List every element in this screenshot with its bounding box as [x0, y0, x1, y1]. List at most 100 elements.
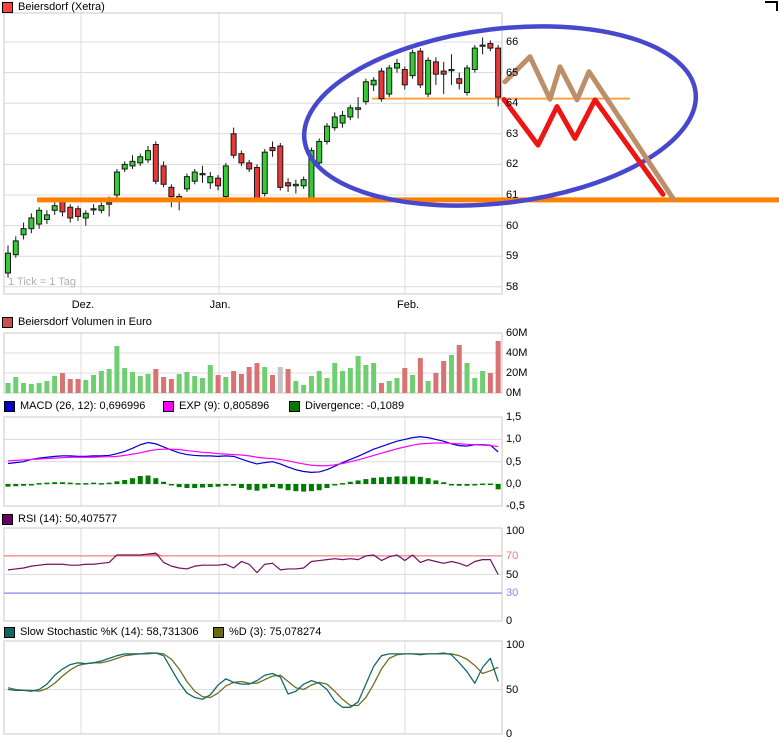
volume-bar	[332, 363, 337, 393]
volume-bar	[457, 345, 462, 393]
candle-body	[60, 201, 65, 212]
volume-bar	[44, 381, 49, 393]
page-title: Beiersdorf (Xetra)	[18, 1, 105, 13]
divergence-bar	[270, 484, 275, 487]
volume-bar	[496, 341, 501, 393]
divergence-bar	[146, 476, 151, 484]
candle-body	[371, 80, 376, 85]
candle-body	[192, 172, 197, 181]
volume-bar	[21, 383, 26, 393]
volume-bar	[348, 368, 353, 393]
divergence-bar	[348, 482, 353, 484]
divergence-bar	[177, 484, 182, 487]
rsi-axis-label: 0	[506, 615, 512, 627]
volume-bar	[324, 378, 329, 393]
divergence-bar	[449, 484, 454, 486]
candle-body	[138, 157, 143, 163]
divergence-bar	[247, 484, 252, 490]
price-axis-label: 65	[506, 67, 518, 79]
stoch-k-legend-item: Slow Stochastic %K (14): 58,731306	[4, 626, 199, 638]
divergence-bar	[153, 478, 158, 484]
divergence-bar	[418, 477, 423, 484]
volume-bar	[441, 361, 446, 393]
divergence-legend-item: Divergence: -0,1089	[289, 400, 404, 412]
candle-body	[449, 70, 454, 71]
rsi-panel-legend: RSI (14): 50,407577	[2, 513, 117, 525]
divergence-bar	[99, 483, 104, 485]
volume-bar	[223, 377, 228, 393]
ellipse-annotation	[294, 6, 706, 227]
volume-bar	[395, 378, 400, 393]
tick-unit-note: 1 Tick = 1 Tag	[8, 276, 76, 288]
candle-body	[44, 215, 49, 220]
candle-body	[200, 174, 205, 175]
stoch-k-swatch	[4, 627, 15, 638]
candle-body	[153, 145, 158, 182]
divergence-bar	[216, 484, 221, 487]
stoch-k-value-label: Slow Stochastic %K (14): 58,731306	[20, 626, 199, 638]
divergence-bar	[340, 483, 345, 485]
volume-bar	[60, 373, 65, 393]
candle-body	[426, 60, 431, 94]
candle-body	[301, 180, 306, 186]
divergence-bar	[44, 483, 49, 485]
volume-bar	[239, 374, 244, 393]
divergence-bar	[192, 484, 197, 488]
volume-bar	[472, 378, 477, 393]
volume-bar	[231, 371, 236, 393]
candle-body	[356, 108, 361, 110]
candle-body	[122, 164, 127, 169]
candle-body	[99, 206, 104, 211]
divergence-bar	[286, 484, 291, 490]
candle-body	[379, 71, 384, 99]
volume-bar	[418, 358, 423, 393]
volume-bar	[449, 355, 454, 393]
volume-bar	[107, 369, 112, 393]
volume-bar	[37, 383, 42, 393]
candle-body	[441, 71, 446, 74]
candle-body	[6, 253, 11, 273]
price-axis-label: 66	[506, 36, 518, 48]
macd-series-swatch	[4, 401, 15, 412]
volume-bar	[340, 371, 345, 393]
divergence-bar	[301, 484, 306, 492]
candle-body	[262, 152, 267, 193]
candle-body	[286, 183, 291, 186]
divergence-bar	[68, 483, 73, 485]
stoch-d-line	[8, 653, 498, 706]
macd-axis-label: 0,5	[506, 456, 521, 468]
volume-bar	[13, 377, 18, 393]
divergence-bar	[488, 484, 493, 486]
divergence-bar	[457, 484, 462, 486]
price-axis-label: 59	[506, 250, 518, 262]
stoch-axis-label: 0	[506, 728, 512, 740]
divergence-bar	[239, 484, 244, 488]
divergence-bar	[426, 478, 431, 484]
divergence-bar	[379, 477, 384, 484]
candle-body	[254, 167, 259, 198]
divergence-bar	[37, 483, 42, 485]
candle-body	[161, 166, 166, 184]
volume-bar	[433, 373, 438, 393]
candle-body	[13, 241, 18, 255]
divergence-bar	[480, 484, 485, 486]
volume-bar	[247, 367, 252, 393]
rsi-series-swatch	[2, 514, 13, 525]
divergence-bar	[107, 483, 112, 485]
divergence-bar	[262, 484, 267, 488]
volume-axis-label: 0M	[506, 387, 521, 399]
stoch-d-swatch	[213, 627, 224, 638]
divergence-bar	[161, 482, 166, 484]
candle-body	[488, 44, 493, 49]
volume-panel-title: Beiersdorf Volumen in Euro	[18, 316, 152, 328]
candle-body	[402, 70, 407, 85]
divergence-bar	[13, 484, 18, 486]
candle-body	[433, 62, 438, 74]
volume-bar	[146, 374, 151, 393]
volume-bar	[130, 372, 135, 393]
stoch-axis-label: 50	[506, 684, 518, 696]
rsi-axis-label: 100	[506, 525, 524, 537]
divergence-bar	[496, 484, 501, 489]
divergence-bar	[356, 480, 361, 484]
volume-bar	[371, 363, 376, 393]
